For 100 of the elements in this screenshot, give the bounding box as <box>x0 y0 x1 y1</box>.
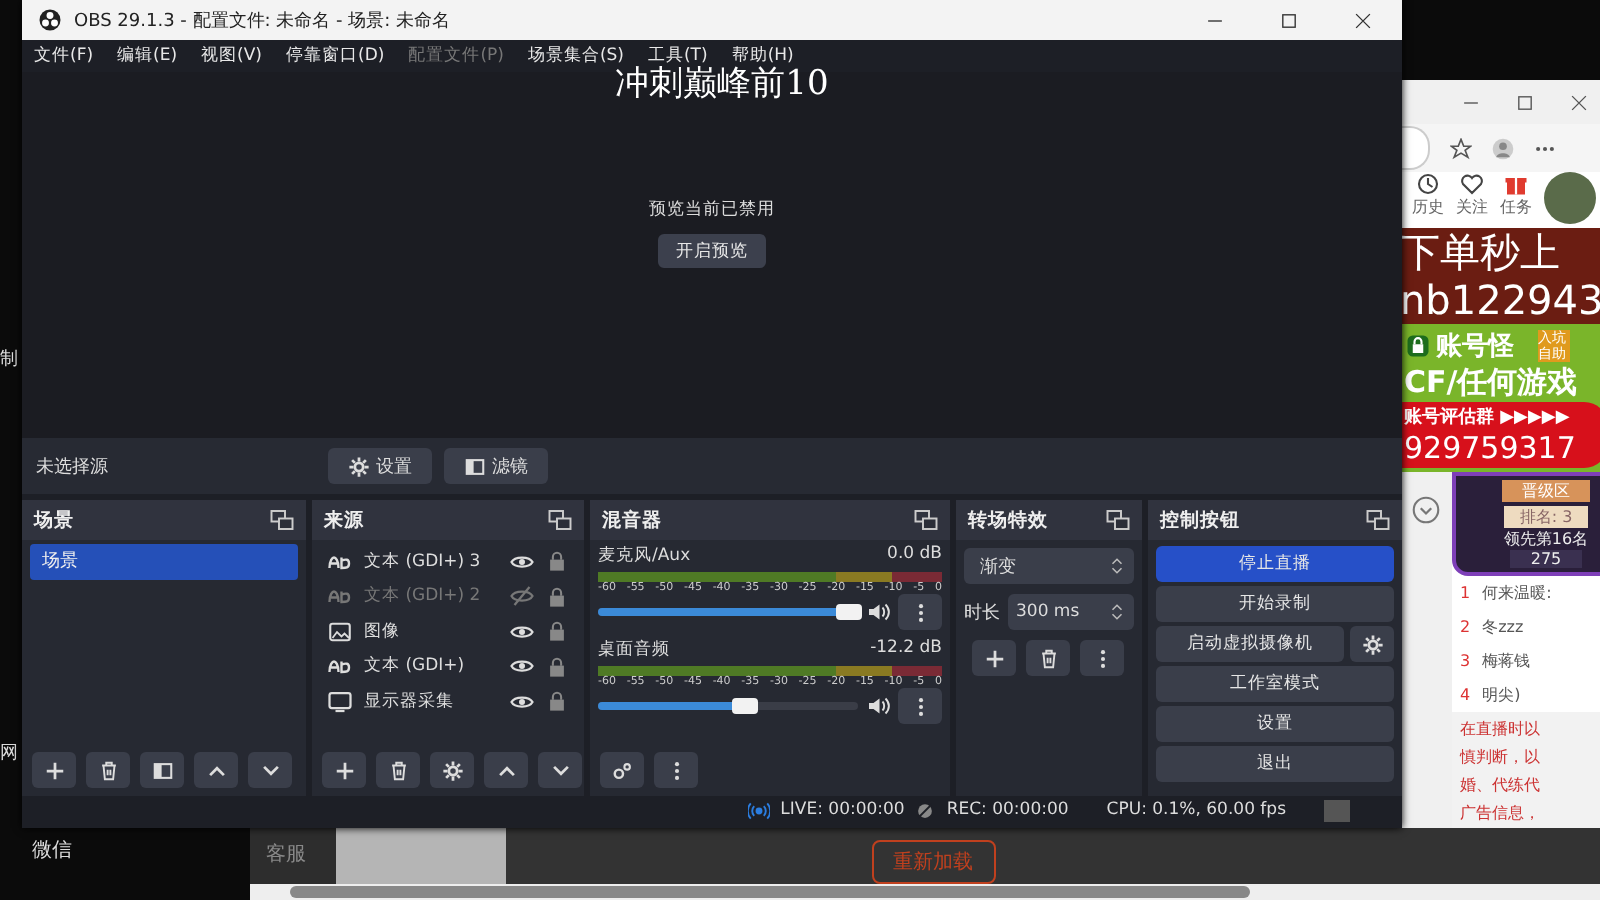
notice-text: 广告信息， <box>1460 802 1542 826</box>
plus-icon <box>983 647 1005 669</box>
maximize-icon[interactable] <box>1514 91 1536 114</box>
desktop-label: 微信 <box>32 838 72 864</box>
control-button[interactable]: 停止直播 <box>1156 546 1394 582</box>
more-button[interactable] <box>654 752 698 788</box>
menu-item[interactable]: 文件(F) <box>34 44 94 68</box>
source-item[interactable]: 文本 (GDI+) 3 <box>364 549 498 574</box>
add-button[interactable] <box>32 752 76 788</box>
panel-title: 来源 <box>324 507 364 533</box>
enable-preview-button[interactable]: 开启预览 <box>658 234 766 268</box>
notice-text: 在直播时以 <box>1460 718 1542 742</box>
user-name: 何来温暖: <box>1482 582 1552 604</box>
channel-name: 麦克风/Aux <box>598 544 691 568</box>
eye-crossed-icon[interactable] <box>510 584 534 609</box>
transition-dropdown[interactable]: 渐变 <box>964 548 1134 584</box>
volume-slider[interactable] <box>598 608 858 616</box>
duration-label: 时长 <box>964 601 1000 625</box>
avatar-circle <box>1544 172 1596 225</box>
favorites-icon[interactable] <box>1450 137 1472 160</box>
menu-item[interactable]: 帮助(H) <box>731 44 794 68</box>
speaker-icon[interactable] <box>866 694 890 718</box>
speaker-icon[interactable] <box>866 600 890 624</box>
score-text: 275 <box>1510 550 1582 568</box>
menu-item[interactable]: 场景集合(S) <box>527 44 624 68</box>
menu-item[interactable]: 工具(T) <box>647 44 708 68</box>
preview-message: 预览当前已禁用 <box>649 198 775 222</box>
lock-icon[interactable] <box>546 550 568 573</box>
maximize-icon[interactable] <box>1278 9 1300 31</box>
address-field[interactable] <box>1400 126 1430 171</box>
duration-field[interactable]: 300 ms <box>1008 594 1134 630</box>
control-button[interactable]: 工作室模式 <box>1156 666 1394 702</box>
nav-item[interactable]: 任务 <box>1500 172 1532 228</box>
notice-text: 慎判断，以 <box>1460 746 1542 770</box>
overlay-text: nb122943 <box>1400 276 1600 324</box>
nav-item[interactable]: 历史 <box>1412 172 1444 228</box>
trash-icon <box>1037 647 1059 669</box>
more-button[interactable] <box>898 594 942 630</box>
user-name: 梅蒋钱 <box>1482 650 1531 672</box>
move-down-button[interactable] <box>538 752 582 788</box>
more-button[interactable] <box>1080 640 1124 676</box>
move-up-button[interactable] <box>484 752 528 788</box>
settings-button[interactable] <box>1350 626 1394 662</box>
overlay-text: 冲刺巅峰前10 <box>613 63 829 106</box>
nav-label: 任务 <box>1500 196 1532 219</box>
add-button[interactable] <box>322 752 366 788</box>
add-button[interactable] <box>972 640 1016 676</box>
avatar-icon[interactable] <box>1492 137 1514 160</box>
control-button[interactable]: 启动虚拟摄像机 <box>1156 626 1344 662</box>
close-icon[interactable] <box>1352 9 1374 31</box>
rank-number: 1 <box>1460 584 1471 602</box>
menu-item[interactable]: 视图(V) <box>201 44 262 68</box>
remove-button[interactable] <box>1026 640 1070 676</box>
control-button[interactable]: 开始录制 <box>1156 586 1394 622</box>
menu-item[interactable]: 停靠窗口(D) <box>286 44 385 68</box>
notice-text: 婚、代练代 <box>1460 774 1542 798</box>
nav-item[interactable]: 关注 <box>1456 172 1488 228</box>
source-item[interactable]: 文本 (GDI+) <box>364 654 498 679</box>
updown-icon <box>1108 556 1126 576</box>
filter-icon <box>151 759 173 781</box>
lock-icon[interactable] <box>546 690 568 713</box>
undock-icon[interactable] <box>270 508 294 532</box>
menu-item[interactable]: 编辑(E) <box>117 44 178 68</box>
more-button[interactable] <box>898 688 942 724</box>
lock-icon[interactable] <box>546 585 568 608</box>
plus-icon <box>43 759 65 781</box>
window-title: OBS 29.1.3 - 配置文件: 未命名 - 场景: 未命名 <box>74 9 453 33</box>
source-item[interactable]: 图像 <box>364 619 498 644</box>
undock-icon[interactable] <box>1106 508 1130 532</box>
horizontal-scrollbar[interactable] <box>250 884 1600 900</box>
properties-button[interactable] <box>430 752 474 788</box>
lock-icon[interactable] <box>546 655 568 678</box>
move-down-button[interactable] <box>248 752 292 788</box>
filters-button[interactable]: 滤镜 <box>444 448 548 484</box>
filters-button[interactable] <box>140 752 184 788</box>
control-button[interactable]: 退出 <box>1156 746 1394 782</box>
trash-icon <box>387 759 409 781</box>
undock-icon[interactable] <box>548 508 572 532</box>
image-icon <box>328 619 352 644</box>
sidebar-tab[interactable]: 客服 <box>250 828 336 884</box>
close-icon[interactable] <box>1568 91 1590 114</box>
live-time: LIVE: 00:00:00 <box>780 800 905 820</box>
undock-icon[interactable] <box>1366 508 1390 532</box>
settings-button[interactable]: 设置 <box>328 448 432 484</box>
text-source-icon <box>328 584 352 609</box>
scene-item[interactable]: 场景 <box>30 544 298 580</box>
panel-title: 控制按钮 <box>1160 507 1240 533</box>
scrollbar-thumb[interactable] <box>290 886 1250 898</box>
text-source-icon <box>328 654 352 679</box>
control-button[interactable]: 设置 <box>1156 706 1394 742</box>
undock-icon[interactable] <box>914 508 938 532</box>
source-item[interactable]: 显示器采集 <box>364 689 498 714</box>
advanced-audio-button[interactable] <box>600 752 644 788</box>
move-up-button[interactable] <box>194 752 238 788</box>
remove-button[interactable] <box>376 752 420 788</box>
lock-icon[interactable] <box>546 620 568 643</box>
chevron-icon[interactable] <box>1412 496 1440 524</box>
ad-brand: 账号怪 <box>1436 330 1514 364</box>
volume-slider[interactable] <box>598 702 858 710</box>
remove-button[interactable] <box>86 752 130 788</box>
